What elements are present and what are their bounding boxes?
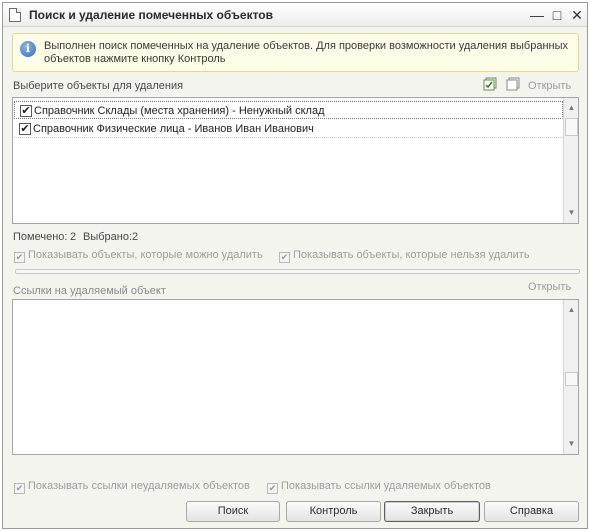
item-checkbox[interactable]: ✔ [19, 123, 31, 135]
minimize-button[interactable]: — [529, 7, 545, 23]
info-message: Выполнен поиск помеченных на удаление об… [44, 40, 568, 65]
uncheck-all-icon[interactable] [506, 77, 520, 91]
search-button[interactable]: Поиск [186, 501, 280, 522]
checkbox-icon: ✔ [14, 483, 25, 494]
document-icon [9, 8, 21, 22]
show-deletable-refs-checkbox[interactable]: ✔ Показывать ссылки удаляемых объектов [267, 480, 491, 494]
scroll-thumb[interactable] [565, 372, 578, 386]
checkbox-icon: ✔ [14, 252, 25, 263]
window-title: Поиск и удаление помеченных объектов [29, 8, 273, 22]
show-non-deletable-label: Показывать объекты, которые нельзя удали… [293, 249, 530, 261]
check-all-icon[interactable] [483, 77, 497, 91]
maximize-button[interactable]: □ [549, 7, 565, 23]
scroll-down-icon[interactable]: ▼ [565, 436, 578, 452]
show-non-deletable-checkbox[interactable]: ✔ Показывать объекты, которые нельзя удал… [279, 249, 530, 263]
checkbox-icon: ✔ [267, 483, 278, 494]
item-checkbox[interactable]: ✔ [20, 105, 32, 117]
list-item[interactable]: ✔ Справочник Склады (места хранения) - Н… [14, 101, 563, 119]
show-deletable-label: Показывать объекты, которые можно удалит… [28, 249, 263, 261]
control-button[interactable]: Контроль [286, 501, 381, 522]
item-text: Справочник Склады (места хранения) - Нен… [34, 105, 325, 117]
list-item[interactable]: ✔ Справочник Физические лица - Иванов Ив… [14, 120, 563, 138]
item-text: Справочник Физические лица - Иванов Иван… [33, 123, 314, 135]
scroll-up-icon[interactable]: ▲ [565, 302, 578, 318]
show-non-deletable-refs-checkbox[interactable]: ✔ Показывать ссылки неудаляемых объектов [14, 480, 250, 494]
close-button[interactable]: Закрыть [384, 501, 480, 522]
checkbox-icon: ✔ [279, 252, 290, 263]
title-bar[interactable]: Поиск и удаление помеченных объектов — □… [3, 3, 587, 27]
refs-label: Ссылки на удаляемый объект [13, 285, 166, 297]
info-panel: i Выполнен поиск помеченных на удаление … [12, 33, 579, 72]
show-non-deletable-refs-label: Показывать ссылки неудаляемых объектов [28, 480, 250, 492]
marked-label: Помечено: [13, 231, 68, 243]
close-window-button[interactable]: ✕ [569, 7, 585, 23]
objects-scrollbar[interactable]: ▲ ▼ [563, 98, 578, 223]
info-icon: i [20, 41, 36, 57]
refs-open-link[interactable]: Открыть [528, 281, 571, 293]
progress-bar [15, 269, 580, 274]
scroll-up-icon[interactable]: ▲ [565, 100, 578, 116]
dialog-window: Поиск и удаление помеченных объектов — □… [2, 2, 588, 529]
objects-open-link[interactable]: Открыть [528, 80, 571, 92]
marked-count: 2 [70, 231, 77, 243]
scroll-down-icon[interactable]: ▼ [565, 205, 578, 221]
help-button[interactable]: Справка [484, 501, 579, 522]
show-deletable-refs-label: Показывать ссылки удаляемых объектов [281, 480, 491, 492]
refs-list[interactable]: ▲ ▼ [12, 299, 579, 455]
show-deletable-checkbox[interactable]: ✔ Показывать объекты, которые можно удали… [14, 249, 263, 263]
selected-label: Выбрано: [83, 231, 133, 243]
refs-scrollbar[interactable]: ▲ ▼ [563, 300, 578, 454]
scroll-thumb[interactable] [565, 118, 578, 136]
objects-list[interactable]: ✔ Справочник Склады (места хранения) - Н… [12, 97, 579, 224]
objects-label: Выберите объекты для удаления [13, 80, 184, 92]
selected-count: 2 [132, 231, 139, 243]
